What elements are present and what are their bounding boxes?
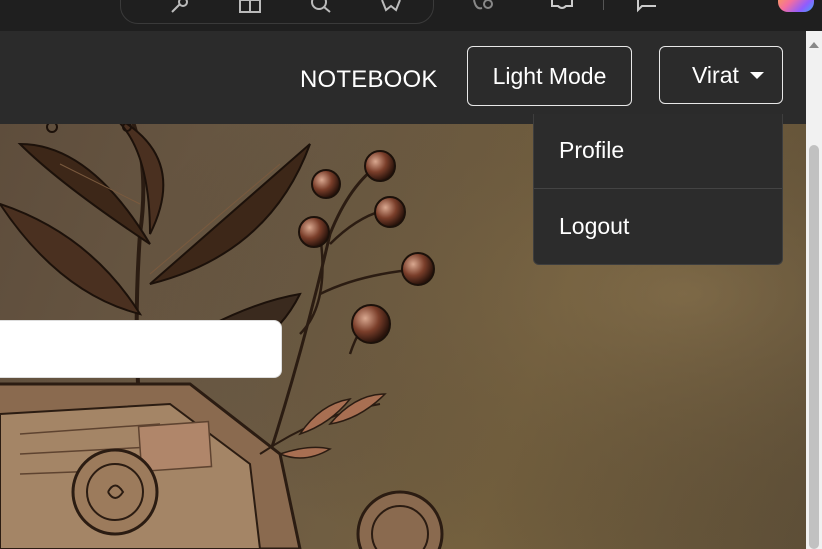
user-menu-button[interactable]: Virat: [659, 46, 783, 104]
menu-item-logout[interactable]: Logout: [534, 190, 782, 265]
reader-icon[interactable]: [238, 0, 262, 14]
page-scrollbar[interactable]: [806, 31, 822, 549]
menu-item-label: Profile: [559, 137, 625, 163]
nav-link-notebook[interactable]: NOTEBOOK: [300, 66, 438, 94]
user-name: Virat: [692, 61, 739, 88]
copilot-icon[interactable]: [778, 0, 814, 12]
feedback-icon[interactable]: [636, 0, 660, 14]
scroll-up-arrow-icon[interactable]: [809, 42, 819, 48]
key-icon[interactable]: [168, 0, 192, 14]
zoom-icon[interactable]: [309, 0, 333, 14]
favorite-star-icon[interactable]: [379, 0, 403, 14]
extensions-icon[interactable]: [472, 0, 496, 14]
navbar: NOTEBOOK Light Mode Virat: [0, 31, 806, 124]
caret-down-icon: [750, 72, 764, 79]
toolbar-divider: [603, 0, 604, 10]
browser-toolbar: [0, 0, 822, 31]
light-mode-button[interactable]: Light Mode: [467, 46, 632, 106]
scrollbar-thumb[interactable]: [809, 145, 819, 549]
menu-item-profile[interactable]: Profile: [534, 114, 782, 189]
user-dropdown-menu: Profile Logout: [533, 114, 783, 265]
menu-item-label: Logout: [559, 213, 630, 239]
search-input[interactable]: [0, 320, 282, 378]
puzzle-icon[interactable]: [550, 0, 574, 14]
